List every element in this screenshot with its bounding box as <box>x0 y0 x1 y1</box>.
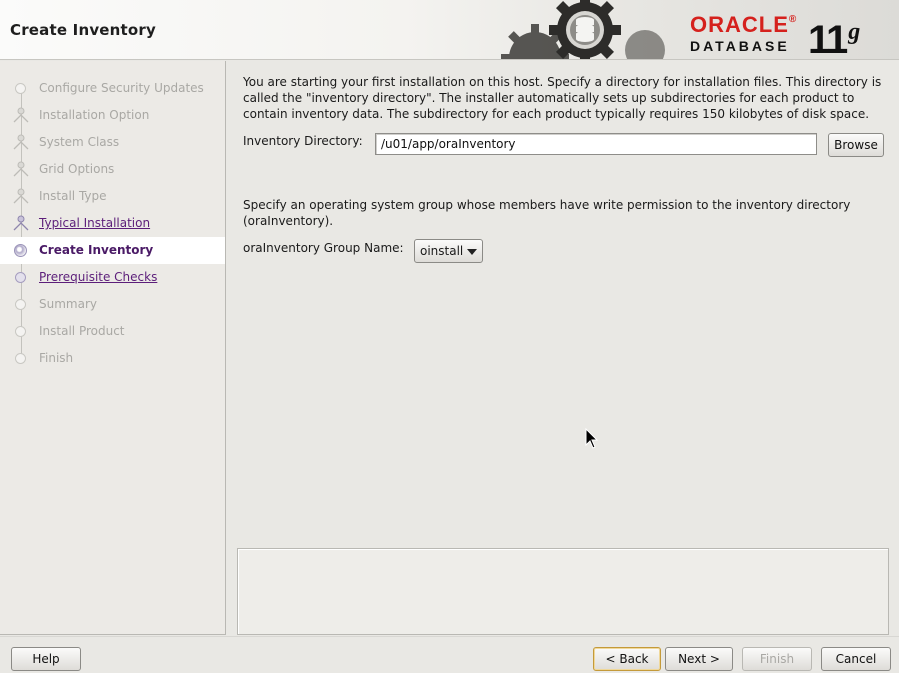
browse-button[interactable]: Browse <box>828 133 884 157</box>
group-name-select[interactable]: oinstall <box>414 239 483 263</box>
step-label[interactable]: Prerequisite Checks <box>39 270 157 284</box>
brand-version: 11g <box>808 18 861 60</box>
step-figure-icon <box>13 134 29 150</box>
step-typical-installation[interactable]: Typical Installation <box>0 210 225 237</box>
step-figure-icon <box>13 161 29 177</box>
step-figure-icon <box>13 215 29 231</box>
brand-oracle: ORACLE® <box>690 12 798 37</box>
intro-text: You are starting your first installation… <box>243 75 882 121</box>
back-button[interactable]: < Back <box>593 647 661 671</box>
step-grid-options: Grid Options <box>0 156 225 183</box>
step-summary: Summary <box>0 291 225 318</box>
step-label: Configure Security Updates <box>39 81 204 95</box>
finish-button[interactable]: Finish <box>742 647 812 671</box>
step-dot-icon <box>15 272 26 283</box>
step-finish: Finish <box>0 345 225 372</box>
help-button[interactable]: Help <box>11 647 81 671</box>
gears-icon <box>501 0 665 59</box>
group-name-label: oraInventory Group Name: <box>243 241 404 255</box>
chevron-down-icon <box>467 249 477 255</box>
installer-window: Create Inventory ORACLE® DATABASE 11g Co… <box>0 0 899 673</box>
group-name-value: oinstall <box>420 244 464 258</box>
step-label: Grid Options <box>39 162 115 176</box>
messages-pane <box>237 548 889 635</box>
main-content: You are starting your first installation… <box>243 74 883 122</box>
step-label: Finish <box>39 351 74 365</box>
oracle-logo: ORACLE® DATABASE 11g <box>690 10 890 59</box>
step-install-type: Install Type <box>0 183 225 210</box>
step-dot-icon <box>15 353 26 364</box>
brand-database: DATABASE <box>690 38 790 54</box>
step-label: System Class <box>39 135 120 149</box>
step-label: Install Product <box>39 324 125 338</box>
step-figure-icon <box>13 188 29 204</box>
inventory-directory-label: Inventory Directory: <box>243 134 363 148</box>
header-banner: Create Inventory ORACLE® DATABASE 11g <box>0 0 899 60</box>
inventory-directory-input[interactable]: /u01/app/oraInventory <box>375 133 817 155</box>
cancel-button[interactable]: Cancel <box>821 647 891 671</box>
step-prerequisite-checks[interactable]: Prerequisite Checks <box>0 264 225 291</box>
mouse-cursor-icon <box>585 428 599 449</box>
page-title: Create Inventory <box>10 21 157 39</box>
step-label[interactable]: Typical Installation <box>39 216 150 230</box>
step-label: Summary <box>39 297 97 311</box>
step-installation-option: Installation Option <box>0 102 225 129</box>
step-label: Installation Option <box>39 108 150 122</box>
step-label: Create Inventory <box>39 243 154 257</box>
group-description: Specify an operating system group whose … <box>243 198 851 228</box>
step-label: Install Type <box>39 189 107 203</box>
step-dot-icon <box>15 326 26 337</box>
next-button[interactable]: Next > <box>665 647 733 671</box>
step-figure-icon <box>13 107 29 123</box>
step-current-icon <box>14 244 27 257</box>
steps-panel: Configure Security Updates Installation … <box>0 61 226 635</box>
step-dot-icon <box>15 299 26 310</box>
step-dot-icon <box>15 83 26 94</box>
step-system-class: System Class <box>0 129 225 156</box>
footer-divider <box>0 636 899 637</box>
step-configure-security-updates: Configure Security Updates <box>0 75 225 102</box>
step-install-product: Install Product <box>0 318 225 345</box>
step-create-inventory[interactable]: Create Inventory <box>0 237 225 264</box>
